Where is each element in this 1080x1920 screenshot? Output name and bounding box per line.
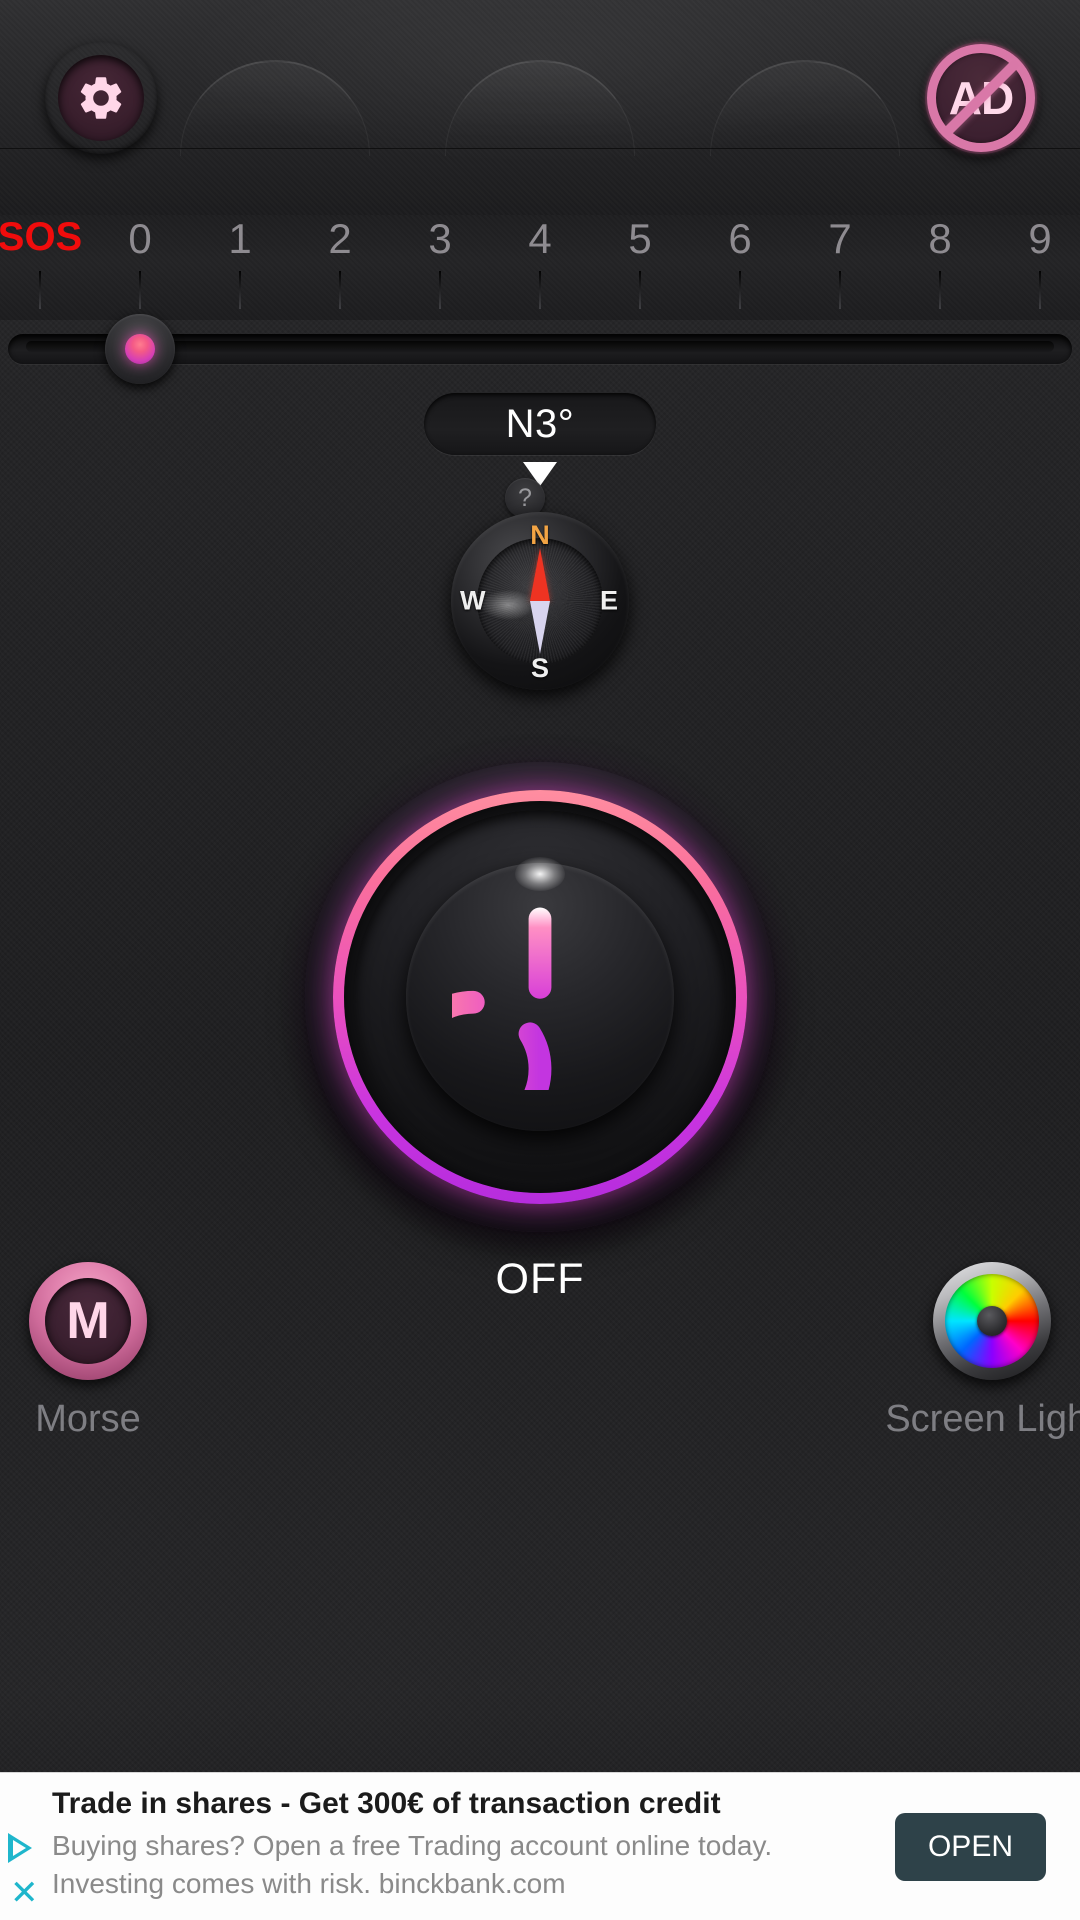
scale-tick — [539, 271, 541, 309]
scale-label-1[interactable]: 1 — [228, 215, 251, 263]
screen-light-button[interactable] — [933, 1262, 1051, 1380]
screen-light-control: Screen Light — [877, 1262, 1080, 1441]
compass-needle-north — [530, 548, 550, 601]
scale-tick — [1039, 271, 1041, 309]
scale-tick — [439, 271, 441, 309]
color-wheel-hub — [977, 1306, 1007, 1336]
compass-highlight — [481, 590, 535, 620]
slider-thumb[interactable] — [105, 314, 175, 384]
morse-label: Morse — [35, 1398, 141, 1440]
ad-open-button[interactable]: OPEN — [894, 1812, 1046, 1881]
scale-tick — [939, 271, 941, 309]
compass-west-label: W — [460, 585, 486, 616]
scale-label-6[interactable]: 6 — [728, 215, 751, 263]
header-arc-decoration — [710, 60, 900, 156]
compass-heading-text: N3° — [505, 401, 575, 446]
compass-needle-south — [530, 601, 550, 654]
scale-tick — [739, 271, 741, 309]
scale-label-5[interactable]: 5 — [628, 215, 651, 263]
scale-label-8[interactable]: 8 — [928, 215, 951, 263]
scale-tick — [839, 271, 841, 309]
settings-button[interactable] — [45, 42, 157, 154]
compass-widget[interactable]: N E S W — [451, 512, 629, 690]
power-button-knob[interactable] — [406, 857, 674, 1131]
scale-label-row: SOS 0 1 2 3 4 5 6 7 8 9 — [0, 215, 1080, 271]
power-button-highlight — [515, 857, 565, 891]
app-header: AD — [0, 0, 1080, 215]
ad-headline: Trade in shares - Get 300€ of transactio… — [52, 1787, 721, 1820]
brightness-scale: SOS 0 1 2 3 4 5 6 7 8 9 — [0, 215, 1080, 320]
scale-label-3[interactable]: 3 — [428, 215, 451, 263]
compass-east-label: E — [599, 585, 618, 616]
power-icon — [452, 907, 552, 1090]
flashlight-app-screen: AD SOS0123456789 N3° ? N E S W — [0, 0, 1080, 1920]
gear-icon — [80, 77, 122, 119]
ad-choices-play-icon-inner — [13, 1840, 26, 1856]
compass-heading-readout: N3° — [424, 393, 656, 455]
scale-tick — [339, 271, 341, 309]
morse-icon: M — [45, 1278, 131, 1364]
scale-label-2[interactable]: 2 — [328, 215, 351, 263]
slider-groove — [26, 341, 1054, 352]
power-state-label: OFF — [495, 1255, 585, 1303]
scale-tick — [139, 271, 141, 309]
scale-label-sos[interactable]: SOS — [0, 215, 82, 260]
morse-control: M Morse — [0, 1262, 203, 1441]
scale-tick — [639, 271, 641, 309]
scale-label-9[interactable]: 9 — [1028, 215, 1051, 263]
brightness-slider[interactable] — [0, 314, 1080, 384]
header-divider — [0, 148, 1080, 150]
ad-text-block: Trade in shares - Get 300€ of transactio… — [52, 1787, 895, 1906]
close-icon[interactable]: ✕ — [10, 1876, 39, 1910]
compass-north-label: N — [530, 520, 550, 550]
ad-block-button[interactable]: AD — [925, 42, 1037, 154]
ad-description-line-1: Buying shares? Open a free Trading accou… — [52, 1830, 773, 1861]
scale-label-4[interactable]: 4 — [528, 215, 551, 263]
scale-tick-row — [0, 271, 1080, 311]
ad-marker-column: ✕ — [0, 1773, 52, 1920]
scale-label-7[interactable]: 7 — [828, 215, 851, 263]
header-arc-decoration — [445, 60, 635, 156]
scale-label-0[interactable]: 0 — [128, 215, 151, 263]
compass-south-label: S — [530, 653, 550, 683]
scale-tick — [39, 271, 41, 309]
ad-description-line-2: Investing comes with risk. binckbank.com — [52, 1868, 566, 1899]
morse-button[interactable]: M — [29, 1262, 147, 1380]
scale-tick — [239, 271, 241, 309]
header-arc-decoration — [180, 60, 370, 156]
screen-light-label: Screen Light — [885, 1398, 1080, 1440]
power-button[interactable] — [305, 762, 775, 1232]
advertisement-banner[interactable]: ✕ Trade in shares - Get 300€ of transact… — [0, 1772, 1080, 1920]
